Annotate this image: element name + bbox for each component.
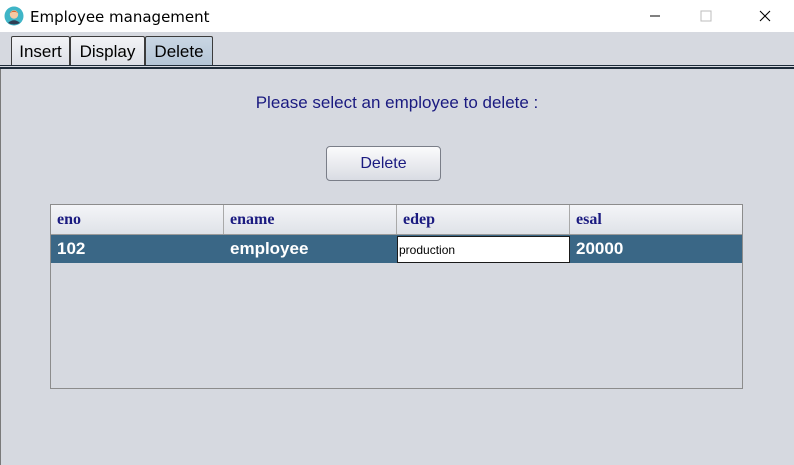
minimize-icon	[649, 10, 661, 22]
cell-edep-editor[interactable]: production	[397, 236, 570, 263]
person-avatar-icon	[4, 6, 24, 26]
close-button[interactable]	[742, 0, 788, 32]
minimize-button[interactable]	[632, 0, 678, 32]
column-header-eno[interactable]: eno	[51, 205, 224, 234]
cell-ename[interactable]: employee	[224, 235, 397, 263]
maximize-icon	[700, 10, 712, 22]
close-icon	[759, 10, 771, 22]
column-header-ename[interactable]: ename	[224, 205, 397, 234]
employee-table: eno ename edep esal 102 employee product…	[50, 204, 743, 389]
maximize-button[interactable]	[683, 0, 729, 32]
panel-border	[0, 69, 1, 465]
tab-display[interactable]: Display	[70, 36, 145, 66]
delete-button[interactable]: Delete	[326, 146, 441, 181]
column-header-edep[interactable]: edep	[397, 205, 570, 234]
cell-eno[interactable]: 102	[51, 235, 224, 263]
title-bar: Employee management	[0, 0, 794, 32]
table-row[interactable]: 102 employee production 20000	[51, 235, 742, 263]
tab-insert[interactable]: Insert	[11, 36, 70, 66]
cell-esal[interactable]: 20000	[570, 235, 742, 263]
tab-delete[interactable]: Delete	[145, 36, 213, 66]
window-title: Employee management	[30, 8, 210, 26]
column-header-esal[interactable]: esal	[570, 205, 742, 234]
tab-divider	[0, 65, 794, 66]
tab-divider-lower	[0, 67, 794, 69]
delete-prompt-text: Please select an employee to delete :	[255, 93, 539, 112]
table-header: eno ename edep esal	[51, 205, 742, 235]
delete-prompt: Please select an employee to delete :	[0, 93, 794, 113]
